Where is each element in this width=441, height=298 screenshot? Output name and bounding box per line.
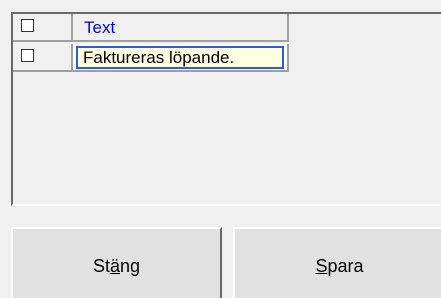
save-button[interactable]: Spara [233,227,441,298]
text-grid-panel: Text Faktureras löpande. [11,12,441,206]
text-edit-field[interactable]: Faktureras löpande. [76,46,284,69]
save-button-label-suffix: para [327,256,364,276]
close-button-mnemonic: ä [109,256,120,276]
table-row: Faktureras löpande. [13,44,289,72]
header-checkbox[interactable] [21,19,34,32]
header-text-cell[interactable]: Text [73,14,289,42]
close-button-label-prefix: St [92,256,110,276]
grid-header-row: Text [13,14,289,42]
row-checkbox[interactable] [21,49,34,62]
save-button-mnemonic: S [315,256,328,276]
close-button[interactable]: Stäng [11,227,222,298]
dialog-window: Text Faktureras löpande. Stäng Spara [0,0,441,298]
header-check-cell [13,14,73,42]
row-text-cell[interactable]: Faktureras löpande. [73,44,289,72]
text-edit-value: Faktureras löpande. [83,48,235,67]
close-button-label-suffix: ng [120,256,141,276]
row-check-cell [13,44,73,72]
column-header-text: Text [84,18,116,37]
